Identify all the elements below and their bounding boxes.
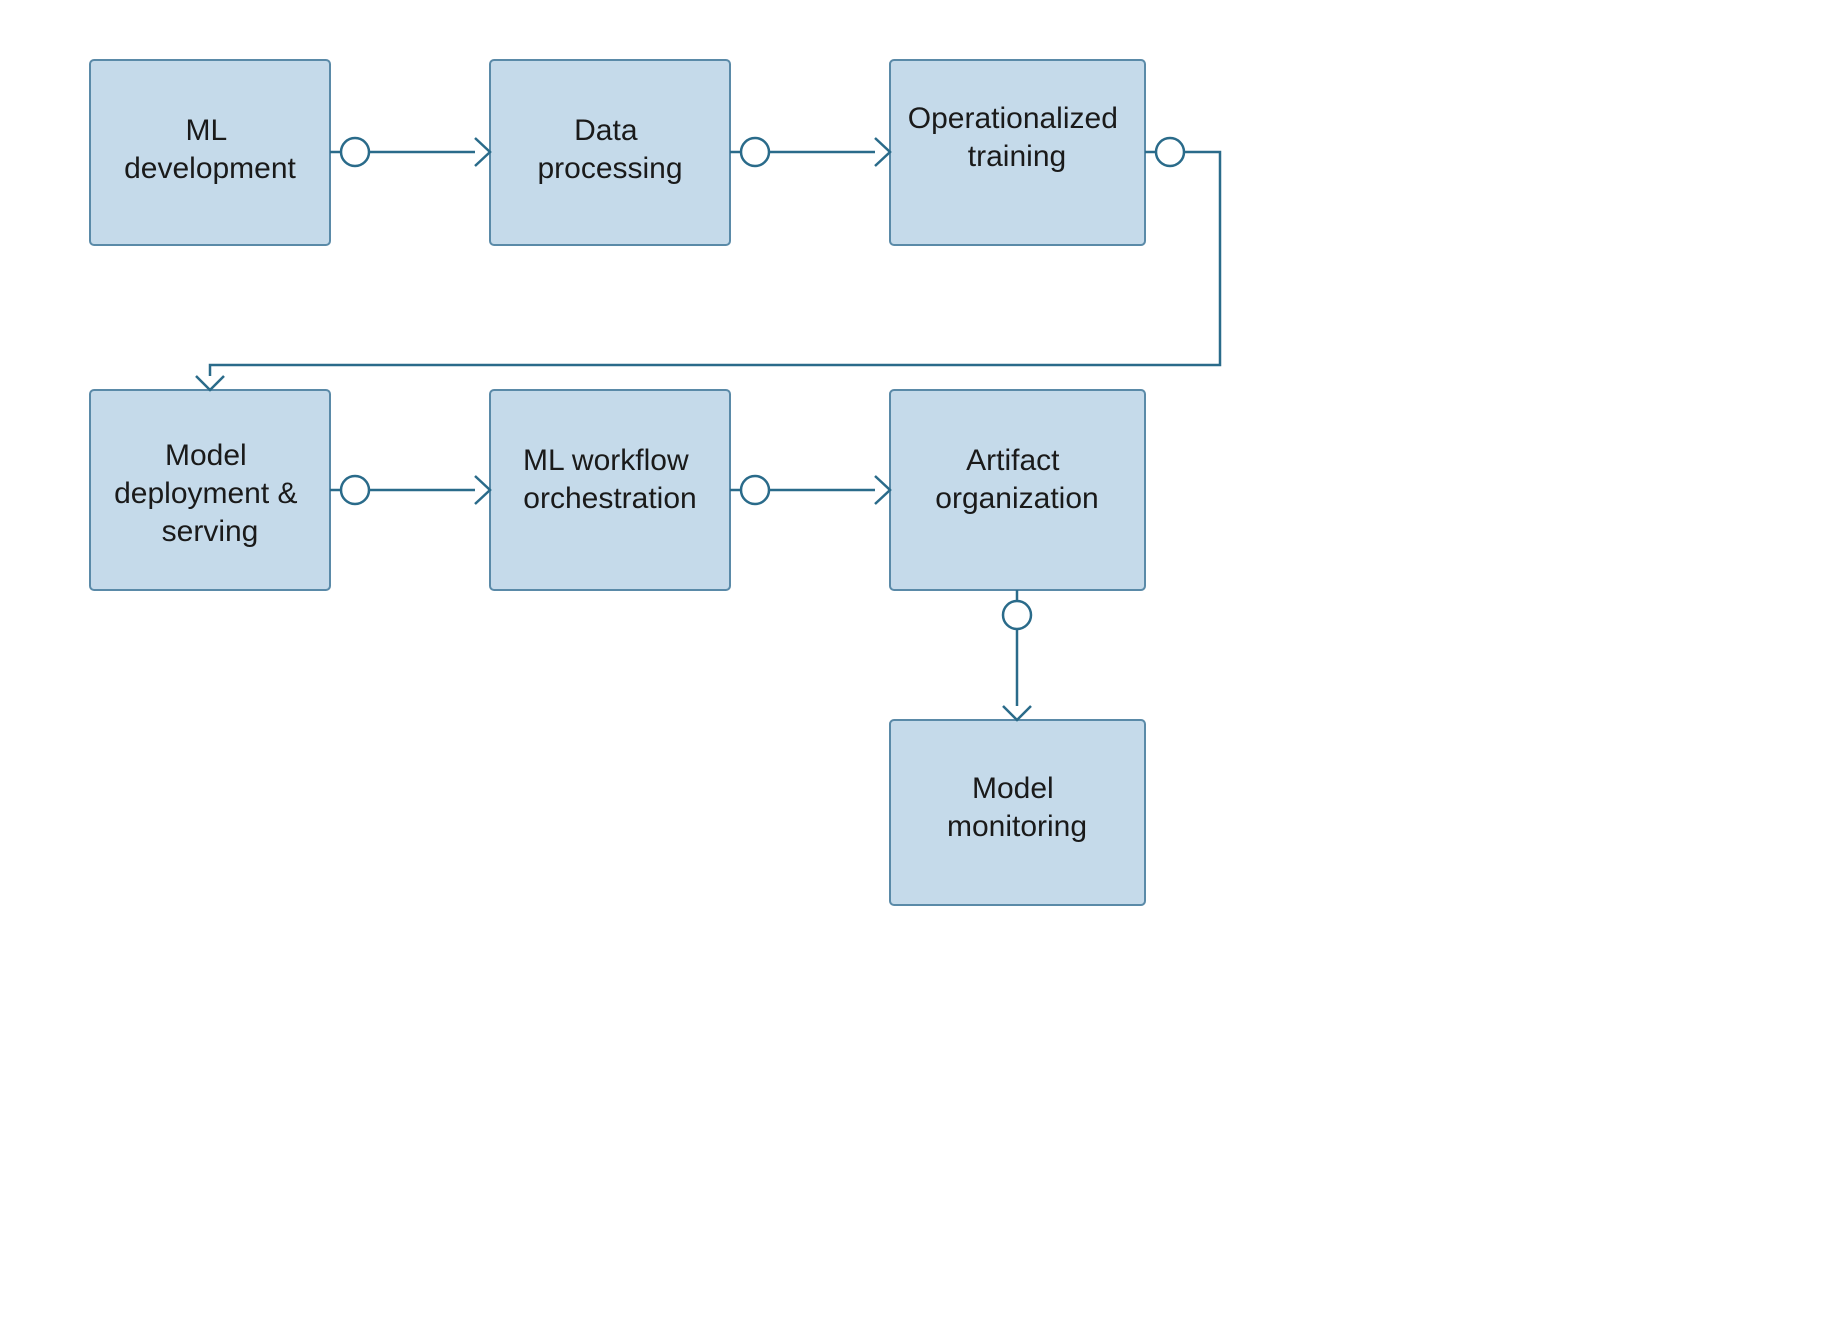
connector-ml-to-data-arrow bbox=[475, 138, 490, 166]
connector-op-to-deploy-circle bbox=[1156, 138, 1184, 166]
connector-artifact-to-monitor-circle bbox=[1003, 601, 1031, 629]
connector-workflow-to-artifact-circle bbox=[741, 476, 769, 504]
connector-op-to-deploy-arrow bbox=[196, 376, 224, 390]
connector-data-to-op-arrow bbox=[875, 138, 890, 166]
connector-workflow-to-artifact-arrow bbox=[875, 476, 890, 504]
connector-ml-to-data-circle bbox=[341, 138, 369, 166]
connector-deploy-to-workflow-arrow bbox=[475, 476, 490, 504]
connector-data-to-op-circle bbox=[741, 138, 769, 166]
connector-artifact-to-monitor-arrow bbox=[1003, 706, 1031, 720]
connector-deploy-to-workflow-circle bbox=[341, 476, 369, 504]
diagram-container: ML development Data processing Operation… bbox=[0, 0, 1826, 1312]
